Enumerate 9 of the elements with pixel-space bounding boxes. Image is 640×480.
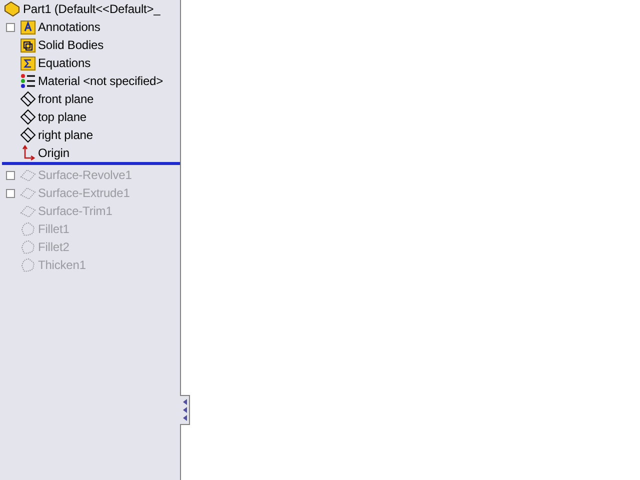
tree-item[interactable]: right plane (38, 128, 93, 142)
tree-item[interactable]: Annotations (38, 20, 100, 34)
tree-item[interactable]: Material <not specified> (38, 74, 164, 88)
tree-item[interactable]: Solid Bodies (38, 38, 104, 52)
tree-item[interactable]: front plane (38, 92, 94, 106)
tree-item[interactable]: top plane (38, 110, 86, 124)
part-name[interactable]: Part1 (Default<<Default>_ (23, 2, 160, 16)
tree-item[interactable]: Equations (38, 56, 90, 70)
tree-item[interactable]: Origin (38, 146, 70, 160)
